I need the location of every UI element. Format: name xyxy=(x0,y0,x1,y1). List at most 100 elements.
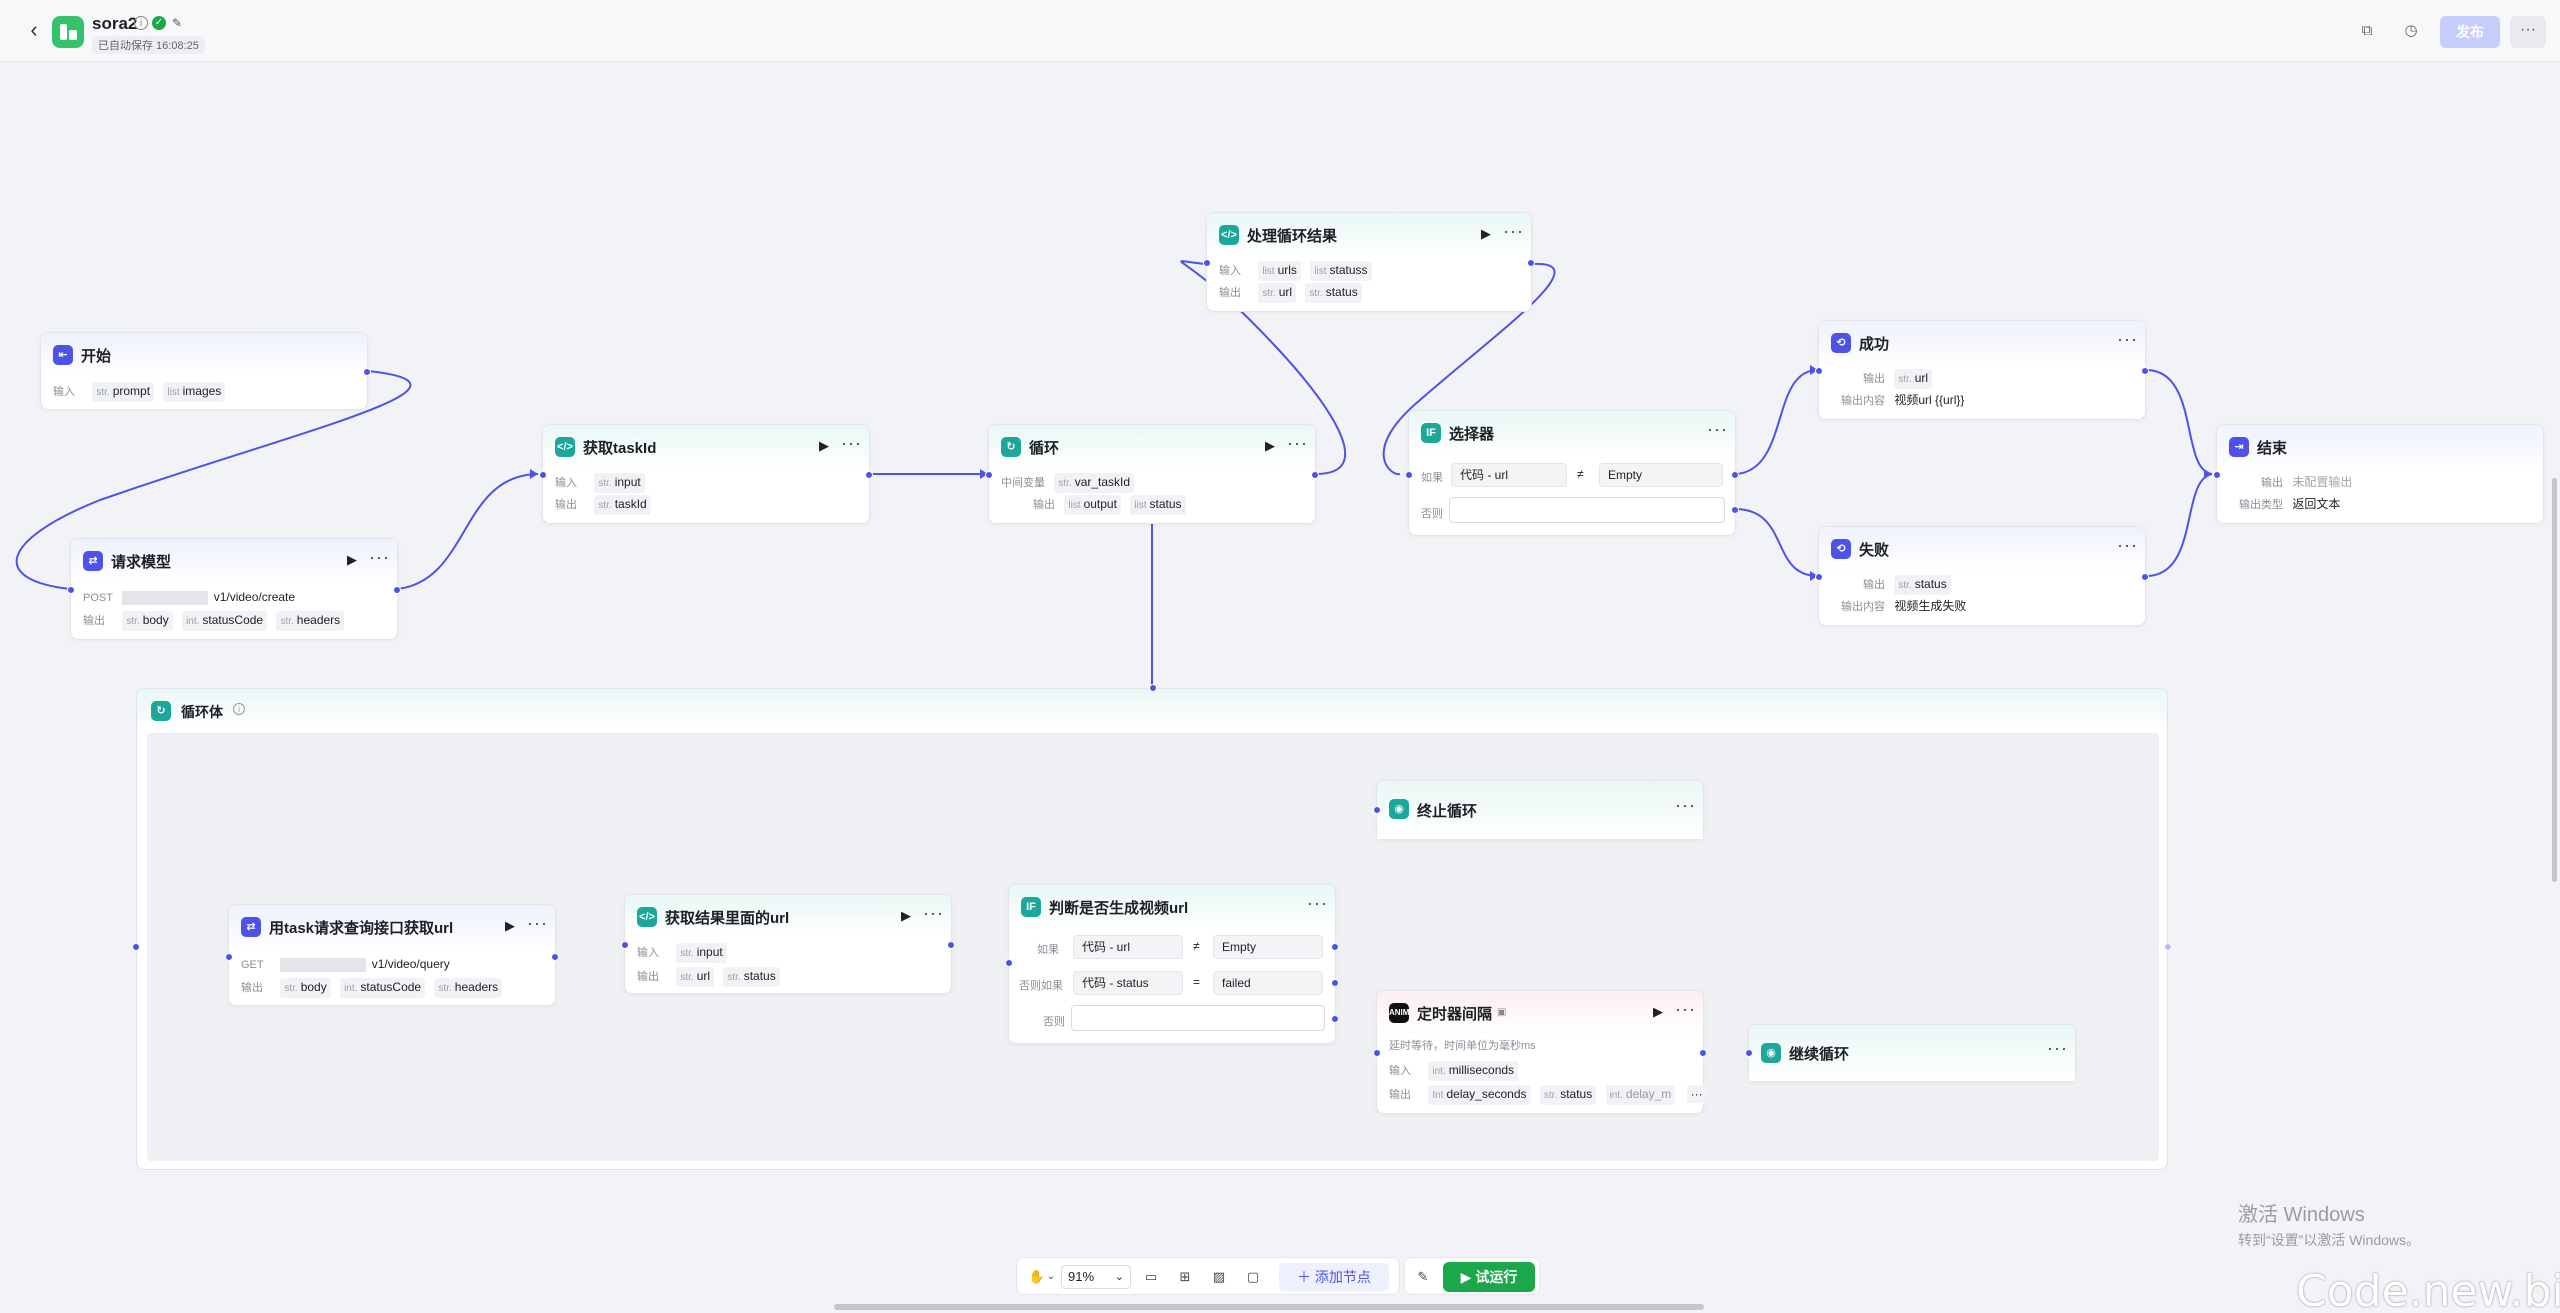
more-icon[interactable]: ··· xyxy=(841,433,862,454)
input-handle[interactable] xyxy=(1815,367,1823,375)
output-handle[interactable] xyxy=(2141,367,2149,375)
comment-icon[interactable]: ▭ xyxy=(1141,1267,1161,1287)
loop-icon: ↻ xyxy=(151,701,171,721)
play-icon[interactable]: ▶ xyxy=(1653,1004,1663,1020)
else-label: 否则 xyxy=(1043,1016,1065,1028)
vertical-scrollbar[interactable] xyxy=(2552,478,2557,882)
tools-icon[interactable]: ✎ xyxy=(1413,1267,1433,1287)
node-fail[interactable]: ⟲ 失败 ··· 输出 str. status 输出内容 视频生成失败 xyxy=(1815,526,2149,626)
condition2-left[interactable]: 代码 - status xyxy=(1073,971,1183,995)
input-handle[interactable] xyxy=(1373,806,1381,814)
more-icon[interactable]: ··· xyxy=(1675,999,1696,1020)
if-output-handle[interactable] xyxy=(1731,471,1739,479)
else-output-handle[interactable] xyxy=(1331,1015,1339,1023)
input-handle[interactable] xyxy=(67,586,75,594)
input-handle[interactable] xyxy=(621,941,629,949)
node-continue-loop[interactable]: ◉ 继续循环 ··· xyxy=(1745,1024,2076,1082)
output-handle[interactable] xyxy=(1311,471,1319,479)
play-icon[interactable]: ▶ xyxy=(1265,438,1275,454)
input-handle[interactable] xyxy=(539,471,547,479)
else-box[interactable] xyxy=(1071,1005,1325,1031)
test-run-button[interactable]: ▶ 试运行 xyxy=(1443,1262,1535,1292)
fail-output-row: 输出 str. status xyxy=(1831,575,1957,595)
more-icon[interactable]: ··· xyxy=(1307,893,1328,914)
node-judge-url[interactable]: IF 判断是否生成视频url ··· 如果 代码 - url ≠ Empty 否… xyxy=(1005,884,1339,1044)
info-icon[interactable]: i xyxy=(134,16,148,30)
node-start[interactable]: ⇤ 开始 输入 str. prompt list images xyxy=(40,332,371,410)
node-process-result[interactable]: </> 处理循环结果 ▶ ··· 输入 list urls list statuss… xyxy=(1203,212,1535,312)
layout-icon[interactable]: ⊞ xyxy=(1175,1267,1195,1287)
play-icon[interactable]: ▶ xyxy=(347,552,357,568)
node-get-url[interactable]: </> 获取结果里面的url ▶ ··· 输入 str. input 输出 str… xyxy=(621,894,955,994)
output-handle[interactable] xyxy=(363,368,371,376)
input-handle[interactable] xyxy=(985,471,993,479)
node-loop[interactable]: ↻ 循环 ▶ ··· 中间变量 str. var_taskId 输出 list ou… xyxy=(985,424,1319,524)
loop-input-handle[interactable] xyxy=(1149,684,1157,692)
node-timer[interactable]: ANIM 定时器间隔 ▣ ▶ ··· 延时等待，时间单位为毫秒ms 输入 int… xyxy=(1373,990,1707,1114)
more-icon[interactable]: ··· xyxy=(369,547,390,568)
play-icon[interactable]: ▶ xyxy=(819,438,829,454)
info-icon[interactable]: i xyxy=(233,703,245,715)
chevron-down-icon[interactable]: ⌄ xyxy=(1041,1267,1061,1287)
node-get-taskid[interactable]: </> 获取taskId ▶ ··· 输入 str. input 输出 str. t… xyxy=(539,424,873,524)
more-icon[interactable]: ··· xyxy=(923,903,944,924)
if-output-handle[interactable] xyxy=(1331,943,1339,951)
play-icon[interactable]: ▶ xyxy=(1481,226,1491,242)
condition-left[interactable]: 代码 - url xyxy=(1451,463,1567,487)
input-handle[interactable] xyxy=(225,953,233,961)
horizontal-scrollbar[interactable] xyxy=(834,1304,1704,1310)
elif-output-handle[interactable] xyxy=(1331,979,1339,987)
output-handle[interactable] xyxy=(551,953,559,961)
more-icon[interactable]: ··· xyxy=(1675,795,1696,816)
condition1-left[interactable]: 代码 - url xyxy=(1073,935,1183,959)
output-handle[interactable] xyxy=(2141,573,2149,581)
more-icon[interactable]: ··· xyxy=(2047,1038,2068,1059)
input-handle[interactable] xyxy=(1373,1049,1381,1057)
play-icon[interactable]: ▶ xyxy=(505,918,515,934)
node-selector[interactable]: IF 选择器 ··· 如果 代码 - url ≠ Empty 否则 xyxy=(1405,410,1739,536)
input-handle[interactable] xyxy=(2213,471,2221,479)
input-handle[interactable] xyxy=(1815,573,1823,581)
else-output-handle[interactable] xyxy=(1731,506,1739,514)
output-handle[interactable] xyxy=(947,941,955,949)
more-icon[interactable]: ··· xyxy=(1287,433,1308,454)
node-end[interactable]: ⇥ 结束 输出 未配置输出 输出类型 返回文本 xyxy=(2213,424,2544,524)
back-icon[interactable]: ‹ xyxy=(22,18,46,42)
more-icon[interactable]: ··· xyxy=(1503,221,1524,242)
node-success[interactable]: ⟲ 成功 ··· 输出 str. url 输出内容 视频url {{url}} xyxy=(1815,320,2149,420)
input-handle[interactable] xyxy=(1203,259,1211,267)
more-icon[interactable]: ··· xyxy=(1707,419,1728,440)
if-icon: IF xyxy=(1021,897,1041,917)
if-label: 如果 xyxy=(1421,472,1443,484)
zoom-select[interactable]: 91% ⌄ xyxy=(1061,1265,1131,1289)
output-handle[interactable] xyxy=(1699,1049,1707,1057)
minimap-icon[interactable]: ▢ xyxy=(1243,1267,1263,1287)
history-icon[interactable]: ◷ xyxy=(2400,20,2422,42)
node-stop-loop[interactable]: ◉ 终止循环 ··· xyxy=(1373,780,1704,840)
node-query-url[interactable]: ⇄ 用task请求查询接口获取url ▶ ··· GET v1/video/qu… xyxy=(225,904,559,1006)
edit-icon[interactable]: ✎ xyxy=(170,16,184,30)
output-handle[interactable] xyxy=(1527,259,1535,267)
input-handle[interactable] xyxy=(1745,1049,1753,1057)
more-icon[interactable]: ··· xyxy=(2117,329,2138,350)
play-icon[interactable]: ▶ xyxy=(901,908,911,924)
node-request-model[interactable]: ⇄ 请求模型 ▶ ··· POST v1/video/create 输出 str… xyxy=(67,538,401,640)
condition1-right[interactable]: Empty xyxy=(1213,935,1323,959)
more-icon[interactable]: ··· xyxy=(2117,535,2138,556)
add-node-button[interactable]: ＋ 添加节点 xyxy=(1279,1263,1389,1291)
loop-start-handle[interactable] xyxy=(132,943,140,951)
loop-end-handle[interactable] xyxy=(2164,943,2172,951)
else-box[interactable] xyxy=(1449,497,1725,523)
more-button[interactable]: ··· xyxy=(2510,16,2546,48)
input-handle[interactable] xyxy=(1005,959,1013,967)
copy-icon[interactable]: ⧉ xyxy=(2356,20,2378,42)
more-chips-icon[interactable]: ··· xyxy=(1686,1085,1707,1103)
condition-right[interactable]: Empty xyxy=(1599,463,1723,487)
output-handle[interactable] xyxy=(865,471,873,479)
condition2-right[interactable]: failed xyxy=(1213,971,1323,995)
output-handle[interactable] xyxy=(393,586,401,594)
image-icon[interactable]: ▨ xyxy=(1209,1267,1229,1287)
input-handle[interactable] xyxy=(1405,471,1413,479)
publish-button[interactable]: 发布 xyxy=(2440,16,2500,48)
more-icon[interactable]: ··· xyxy=(527,913,548,934)
